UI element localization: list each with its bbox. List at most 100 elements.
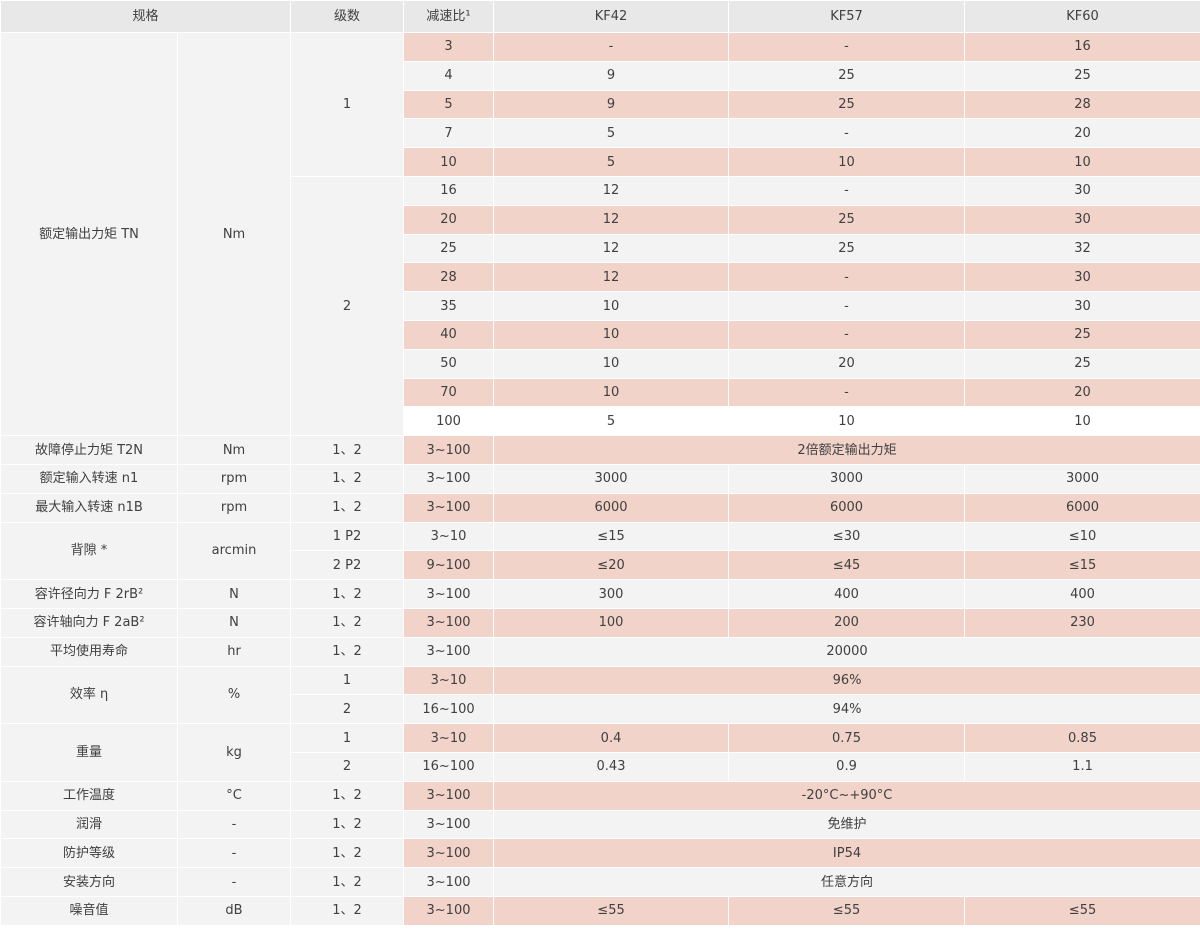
unit-cell: - xyxy=(176,809,292,840)
merged-value-cell: 2倍额定输出力矩 xyxy=(493,435,1200,465)
kf57-cell: - xyxy=(728,32,966,62)
table-row: 润滑 - 1、2 3~100 免维护 xyxy=(0,809,1200,840)
kf60-cell: 30 xyxy=(964,204,1200,235)
kf60-cell: 1.1 xyxy=(964,751,1200,782)
unit-cell: hr xyxy=(176,636,292,667)
rated-torque-stage-1: 1 xyxy=(290,32,405,177)
kf42-cell: 9 xyxy=(493,60,730,91)
ratio-cell: 50 xyxy=(403,348,495,379)
backlash-label: 背隙 * xyxy=(0,521,178,581)
header-kf57: KF57 xyxy=(728,0,966,33)
kf60-cell: 10 xyxy=(964,147,1200,177)
kf57-cell: 10 xyxy=(728,406,966,437)
table-row: 工作温度 °C 1、2 3~100 -20°C~+90°C xyxy=(0,780,1200,811)
kf57-cell: 10 xyxy=(728,147,966,177)
ratio-cell: 40 xyxy=(403,319,495,350)
kf60-cell: 3000 xyxy=(964,463,1200,494)
kf60-cell: ≤10 xyxy=(964,521,1200,552)
kf57-cell: 25 xyxy=(728,233,966,264)
noise-label: 噪音值 xyxy=(0,895,178,926)
table-row: 效率 η % 1 3~10 96% xyxy=(0,665,1200,725)
ratio-cell: 3~10 xyxy=(403,723,495,753)
header-stage: 级数 xyxy=(290,0,405,33)
kf42-cell: - xyxy=(493,32,730,62)
kf60-cell: 0.85 xyxy=(964,723,1200,753)
rated-torque-unit: Nm xyxy=(176,31,292,437)
merged-value-cell: 20000 xyxy=(493,636,1200,667)
unit-cell: kg xyxy=(176,723,292,782)
merged-value-cell: 免维护 xyxy=(493,809,1200,840)
kf57-cell: - xyxy=(728,262,966,293)
ratio-cell: 20 xyxy=(403,204,495,235)
stage-cell: 1、2 xyxy=(290,636,405,667)
mounting-label: 安装方向 xyxy=(0,867,178,897)
ratio-cell: 3~100 xyxy=(403,492,495,523)
kf42-cell: 10 xyxy=(493,291,730,321)
unit-cell: - xyxy=(176,838,292,869)
kf57-cell: 200 xyxy=(728,607,966,638)
unit-cell: N xyxy=(176,607,292,638)
merged-value-cell: -20°C~+90°C xyxy=(493,780,1200,811)
kf42-cell: ≤15 xyxy=(493,521,730,552)
table-row: 重量 kg 1 3~10 0.4 0.75 0.85 xyxy=(0,723,1200,782)
table-row: 防护等级 - 1、2 3~100 IP54 xyxy=(0,838,1200,869)
unit-cell: dB xyxy=(176,895,292,926)
kf60-cell: 32 xyxy=(964,233,1200,264)
kf57-cell: - xyxy=(728,377,966,408)
merged-value-cell: 任意方向 xyxy=(493,867,1200,897)
unit-cell: rpm xyxy=(176,492,292,523)
kf57-cell: ≤55 xyxy=(728,895,966,926)
spec-table: 规格 级数 减速比¹ KF42 KF57 KF60 额定输出力矩 TN Nm 1… xyxy=(0,0,1200,926)
kf60-cell: 25 xyxy=(964,60,1200,91)
ratio-cell: 35 xyxy=(403,291,495,321)
ratio-cell: 16~100 xyxy=(403,751,495,782)
kf42-cell: 300 xyxy=(493,579,730,609)
lubrication-label: 润滑 xyxy=(0,809,178,840)
unit-cell: - xyxy=(176,867,292,897)
kf42-cell: 12 xyxy=(493,233,730,264)
ratio-cell: 100 xyxy=(403,406,495,437)
rated-torque-label: 额定输出力矩 TN xyxy=(0,31,178,437)
ratio-cell: 3~100 xyxy=(403,867,495,897)
table-row: 噪音值 dB 1、2 3~100 ≤55 ≤55 ≤55 xyxy=(0,895,1200,926)
unit-cell: rpm xyxy=(176,463,292,494)
kf60-cell: 16 xyxy=(964,32,1200,62)
protection-label: 防护等级 xyxy=(0,838,178,869)
ratio-cell: 3~100 xyxy=(403,780,495,811)
kf60-cell: 30 xyxy=(964,291,1200,321)
unit-cell: N xyxy=(176,579,292,609)
ratio-cell: 4 xyxy=(403,60,495,91)
merged-value-cell: 96% xyxy=(493,665,1200,696)
ratio-cell: 3~10 xyxy=(403,665,495,696)
kf60-cell: 25 xyxy=(964,348,1200,379)
kf57-cell: ≤45 xyxy=(728,550,966,581)
max-input-speed-label: 最大输入转速 n1B xyxy=(0,492,178,523)
radial-force-label: 容许径向力 F 2rB² xyxy=(0,579,178,609)
service-life-label: 平均使用寿命 xyxy=(0,636,178,667)
kf60-cell: 28 xyxy=(964,89,1200,120)
ratio-cell: 3~10 xyxy=(403,521,495,552)
stage-cell: 2 xyxy=(290,751,405,782)
kf42-cell: 6000 xyxy=(493,492,730,523)
kf57-cell: 0.9 xyxy=(728,751,966,782)
ratio-cell: 3 xyxy=(403,32,495,62)
stage-cell: 2 P2 xyxy=(290,550,405,581)
kf42-cell: 10 xyxy=(493,377,730,408)
emergency-stop-label: 故障停止力矩 T2N xyxy=(0,435,178,465)
kf57-cell: - xyxy=(728,118,966,149)
rated-input-speed-label: 额定输入转速 n1 xyxy=(0,463,178,494)
table-row: 背隙 * arcmin 1 P2 3~10 ≤15 ≤30 ≤10 xyxy=(0,521,1200,581)
kf57-cell: - xyxy=(728,319,966,350)
header-spec: 规格 xyxy=(0,0,292,33)
table-row: 额定输入转速 n1 rpm 1、2 3~100 3000 3000 3000 xyxy=(0,463,1200,494)
kf57-cell: - xyxy=(728,291,966,321)
stage-cell: 1 P2 xyxy=(290,521,405,552)
ratio-cell: 3~100 xyxy=(403,895,495,926)
merged-value-cell: 94% xyxy=(493,694,1200,725)
kf57-cell: 25 xyxy=(728,204,966,235)
kf57-cell: 400 xyxy=(728,579,966,609)
stage-cell: 1、2 xyxy=(290,435,405,465)
ratio-cell: 16 xyxy=(403,175,495,206)
efficiency-label: 效率 η xyxy=(0,665,178,725)
stage-cell: 1、2 xyxy=(290,579,405,609)
